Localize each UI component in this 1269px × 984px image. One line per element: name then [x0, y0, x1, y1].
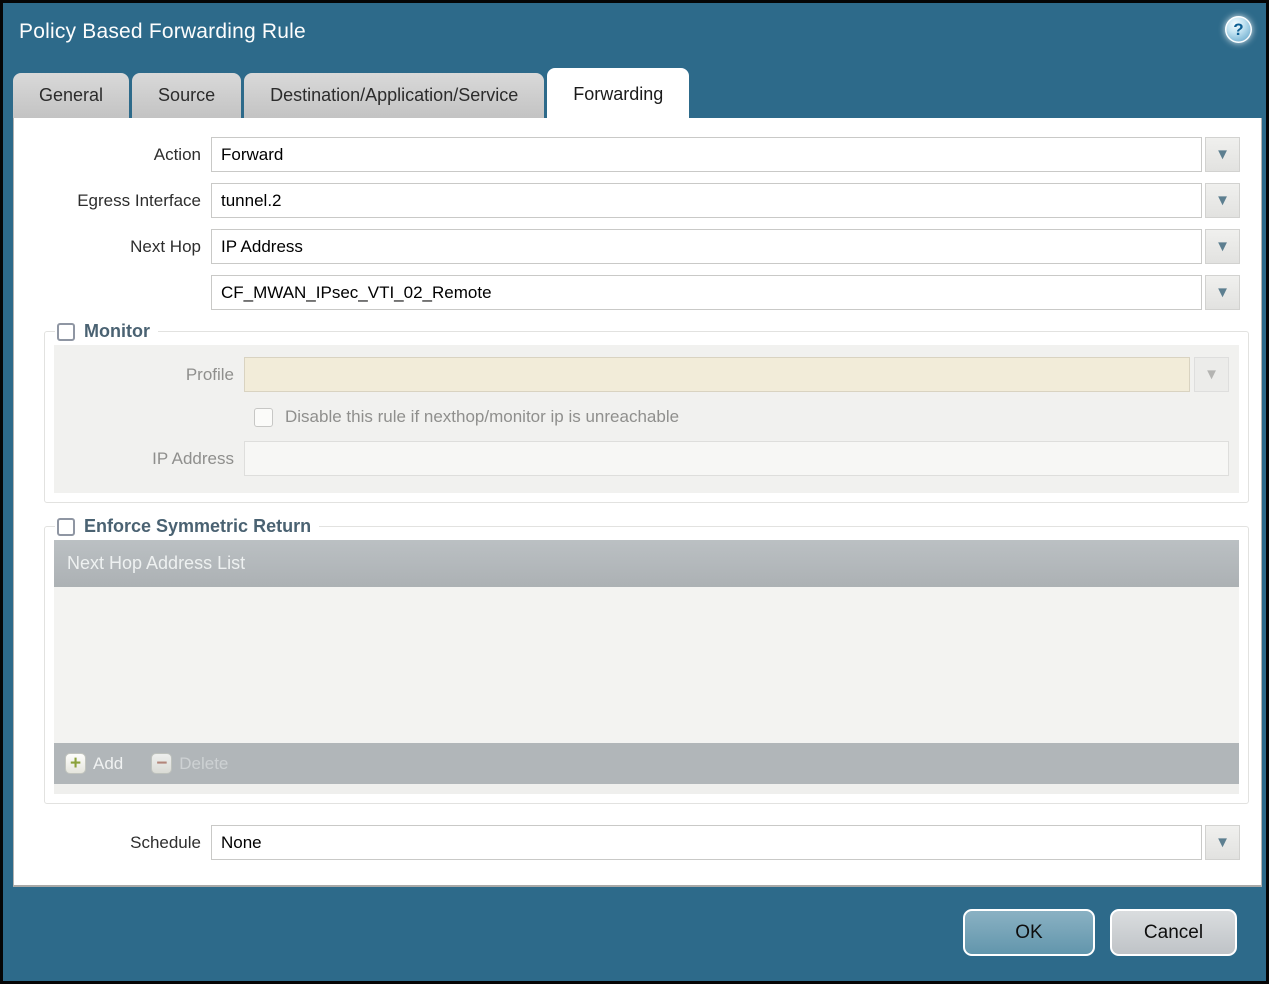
dialog-footer: OK Cancel [3, 884, 1266, 981]
chevron-down-icon: ▼ [1215, 834, 1230, 851]
egress-interface-label: Egress Interface [77, 190, 201, 210]
symmetric-return-legend: Enforce Symmetric Return [55, 516, 319, 537]
help-icon[interactable]: ? [1225, 16, 1252, 43]
action-row: Action ▼ [14, 137, 1261, 172]
forwarding-tab-panel: Action ▼ Egress Interface ▼ Next Hop ▼ [13, 118, 1262, 887]
monitor-title: Monitor [84, 321, 150, 341]
table-bottom-strip [54, 784, 1239, 794]
tab-general[interactable]: General [13, 73, 130, 118]
next-hop-address-input[interactable] [211, 275, 1202, 310]
next-hop-type-input[interactable] [211, 229, 1202, 264]
profile-label: Profile [185, 364, 234, 384]
plus-icon: + [65, 753, 86, 774]
policy-based-forwarding-dialog: Policy Based Forwarding Rule ? General S… [0, 0, 1269, 984]
monitor-checkbox[interactable] [57, 322, 75, 341]
disable-rule-row: Disable this rule if nexthop/monitor ip … [254, 407, 1229, 427]
tab-destination-application-service[interactable]: Destination/Application/Service [244, 73, 545, 118]
chevron-down-icon: ▼ [1215, 284, 1230, 301]
monitor-group: Monitor Profile ▼ Disable this rule if n… [44, 321, 1249, 503]
ok-button[interactable]: OK [963, 909, 1095, 956]
monitor-ip-address-label: IP Address [152, 448, 234, 468]
next-hop-label: Next Hop [130, 236, 201, 256]
chevron-down-icon: ▼ [1215, 192, 1230, 209]
egress-interface-row: Egress Interface ▼ [14, 183, 1261, 218]
schedule-input[interactable] [211, 825, 1202, 860]
action-input[interactable] [211, 137, 1202, 172]
monitor-ip-address-input [244, 441, 1229, 476]
profile-row: Profile ▼ [54, 357, 1229, 392]
dialog-title: Policy Based Forwarding Rule [19, 20, 306, 43]
delete-button-label: Delete [179, 753, 229, 773]
action-label: Action [153, 144, 201, 164]
disable-rule-checkbox [254, 407, 273, 427]
schedule-dropdown-button[interactable]: ▼ [1205, 825, 1240, 860]
profile-dropdown-button: ▼ [1194, 357, 1229, 392]
next-hop-address-list-header: Next Hop Address List [54, 540, 1239, 587]
chevron-down-icon: ▼ [1215, 238, 1230, 255]
disable-rule-label: Disable this rule if nexthop/monitor ip … [285, 407, 680, 426]
monitor-ip-address-row: IP Address [54, 441, 1229, 476]
chevron-down-icon: ▼ [1215, 146, 1230, 163]
add-button-label: Add [93, 753, 124, 773]
minus-icon: − [151, 753, 173, 774]
next-hop-address-row: ▼ [14, 275, 1261, 310]
schedule-label: Schedule [130, 832, 201, 852]
schedule-row: Schedule ▼ [14, 825, 1261, 860]
egress-interface-input[interactable] [211, 183, 1202, 218]
symmetric-return-title: Enforce Symmetric Return [84, 516, 312, 536]
tab-forwarding[interactable]: Forwarding [547, 68, 690, 118]
egress-interface-dropdown-button[interactable]: ▼ [1205, 183, 1240, 218]
delete-button: − Delete [151, 753, 228, 774]
next-hop-type-dropdown-button[interactable]: ▼ [1205, 229, 1240, 264]
next-hop-address-list-body[interactable] [54, 587, 1239, 743]
symmetric-return-group: Enforce Symmetric Return Next Hop Addres… [44, 516, 1249, 804]
profile-input [244, 357, 1190, 392]
chevron-down-icon: ▼ [1204, 366, 1219, 383]
add-button[interactable]: + Add [65, 753, 123, 774]
next-hop-address-dropdown-button[interactable]: ▼ [1205, 275, 1240, 310]
next-hop-address-list-toolbar: + Add − Delete [54, 743, 1239, 784]
tab-source[interactable]: Source [132, 73, 242, 118]
tab-bar: General Source Destination/Application/S… [13, 68, 1266, 118]
action-dropdown-button[interactable]: ▼ [1205, 137, 1240, 172]
next-hop-row: Next Hop ▼ [14, 229, 1261, 264]
enforce-symmetric-return-checkbox[interactable] [57, 517, 75, 536]
next-hop-address-list-table: Next Hop Address List + Add − Delete [54, 540, 1239, 794]
dialog-titlebar: Policy Based Forwarding Rule ? [3, 3, 1266, 68]
cancel-button[interactable]: Cancel [1110, 909, 1237, 956]
monitor-legend: Monitor [55, 321, 158, 342]
monitor-panel: Profile ▼ Disable this rule if nexthop/m… [54, 345, 1239, 493]
